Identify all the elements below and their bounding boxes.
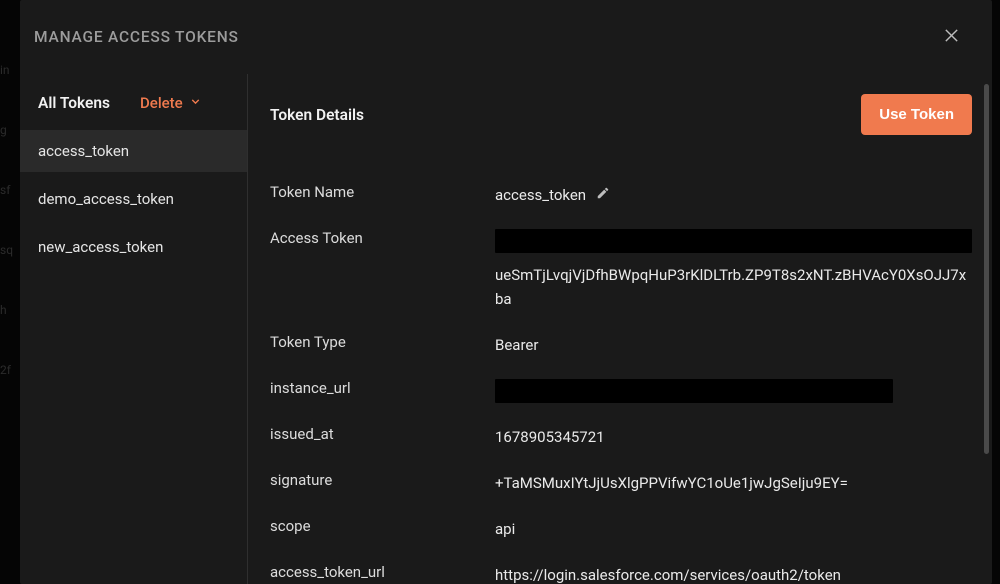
delete-dropdown[interactable]: Delete — [140, 94, 202, 112]
field-label: instance_url — [270, 379, 495, 397]
field-token-type: Token Type Bearer — [270, 333, 972, 357]
details-header: Token Details Use Token — [270, 94, 972, 135]
delete-label: Delete — [140, 94, 183, 112]
field-instance-url: instance_url — [270, 379, 972, 403]
token-item-access_token[interactable]: access_token — [20, 130, 247, 172]
field-value — [495, 379, 972, 403]
token-item-label: access_token — [38, 142, 129, 160]
token-sidebar: All Tokens Delete access_token demo_acce… — [20, 74, 248, 584]
field-label: Token Type — [270, 333, 495, 351]
field-value: access_token — [495, 183, 972, 207]
close-button[interactable] — [938, 24, 964, 50]
token-item-label: demo_access_token — [38, 190, 174, 208]
field-scope: scope api — [270, 517, 972, 541]
redacted-instance-url — [495, 379, 893, 403]
field-label: issued_at — [270, 425, 495, 443]
token-item-demo_access_token[interactable]: demo_access_token — [20, 178, 247, 220]
redacted-token-part — [495, 229, 972, 253]
token-name-text: access_token — [495, 183, 586, 207]
all-tokens-label: All Tokens — [38, 94, 110, 112]
field-label: Token Name — [270, 183, 495, 201]
field-token-name: Token Name access_token — [270, 183, 972, 207]
field-signature: signature +TaMSMuxIYtJjUsXlgPPVifwYC1oUe… — [270, 471, 972, 495]
scrollbar-thumb[interactable] — [984, 84, 989, 454]
field-value: +TaMSMuxIYtJjUsXlgPPVifwYC1oUe1jwJgSeIju… — [495, 471, 972, 495]
field-label: signature — [270, 471, 495, 489]
field-label: access_token_url — [270, 563, 495, 581]
field-label: scope — [270, 517, 495, 535]
use-token-label: Use Token — [879, 106, 954, 123]
background-fragments: in g sf sq h 2f — [0, 0, 20, 584]
field-issued-at: issued_at 1678905345721 — [270, 425, 972, 449]
details-title: Token Details — [270, 106, 364, 124]
detail-fields: Token Name access_token Access Token ueS… — [270, 183, 972, 584]
visible-token-part: ueSmTjLvqjVjDfhBWpqHuP3rKlDLTrb.ZP9T8s2x… — [495, 266, 966, 308]
field-value: api — [495, 517, 972, 541]
field-access-token-url: access_token_url https://login.salesforc… — [270, 563, 972, 584]
use-token-button[interactable]: Use Token — [861, 94, 972, 135]
token-list: access_token demo_access_token new_acces… — [20, 130, 247, 268]
field-value: https://login.salesforce.com/services/oa… — [495, 563, 972, 584]
close-icon — [943, 27, 960, 48]
manage-tokens-modal: MANAGE ACCESS TOKENS All Tokens Delete a… — [20, 0, 992, 584]
scrollbar[interactable] — [984, 84, 989, 574]
modal-body: All Tokens Delete access_token demo_acce… — [20, 74, 992, 584]
field-label: Access Token — [270, 229, 495, 247]
chevron-down-icon — [189, 94, 202, 112]
field-value: ueSmTjLvqjVjDfhBWpqHuP3rKlDLTrb.ZP9T8s2x… — [495, 229, 972, 311]
field-value: Bearer — [495, 333, 972, 357]
token-item-new_access_token[interactable]: new_access_token — [20, 226, 247, 268]
modal-header: MANAGE ACCESS TOKENS — [20, 0, 992, 74]
modal-title: MANAGE ACCESS TOKENS — [34, 28, 239, 46]
field-access-token: Access Token ueSmTjLvqjVjDfhBWpqHuP3rKlD… — [270, 229, 972, 311]
field-value: 1678905345721 — [495, 425, 972, 449]
edit-icon[interactable] — [596, 183, 610, 207]
token-details-panel: Token Details Use Token Token Name acces… — [248, 74, 992, 584]
token-item-label: new_access_token — [38, 238, 163, 256]
sidebar-header: All Tokens Delete — [20, 74, 247, 130]
